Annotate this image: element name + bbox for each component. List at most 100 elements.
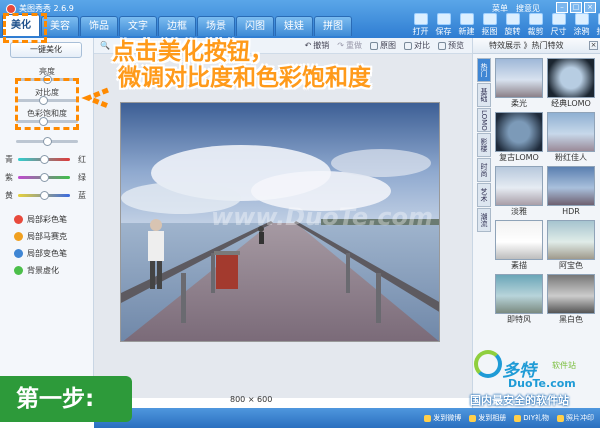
red-label: 红 bbox=[78, 155, 86, 164]
background-blur-button[interactable]: 背景虚化 bbox=[14, 265, 59, 276]
effect-thumb bbox=[495, 274, 543, 314]
blue-label: 蓝 bbox=[78, 191, 86, 200]
redo-button[interactable]: ↷ 重做 bbox=[337, 40, 362, 51]
green-label: 绿 bbox=[78, 173, 86, 182]
gift-icon bbox=[514, 414, 522, 422]
zoom-search-icon[interactable]: 🔍 bbox=[100, 41, 110, 50]
effect-sketch[interactable]: 素描 bbox=[495, 220, 543, 272]
photo-size-label: 800 × 600 bbox=[230, 395, 273, 404]
yellow-blue-slider[interactable] bbox=[18, 191, 70, 200]
yellow-label: 黄 bbox=[5, 191, 13, 200]
undo-button[interactable]: ↶ 撤销 bbox=[305, 40, 330, 51]
highlight-box-tab bbox=[3, 13, 47, 43]
camera-button[interactable]: 拍照 bbox=[594, 13, 600, 37]
yellow-blue-knob[interactable] bbox=[39, 191, 49, 200]
crop-icon bbox=[528, 13, 543, 25]
cutout-icon bbox=[482, 13, 497, 25]
sharpen-slider[interactable] bbox=[16, 137, 78, 146]
arrow-icon bbox=[81, 87, 109, 109]
tab-flash[interactable]: 闪图 bbox=[236, 16, 274, 36]
top-toolbar: 打开 保存 新建 抠图 旋转 裁剪 尺寸 涂鸦 拍照 bbox=[410, 13, 600, 37]
album-icon bbox=[469, 414, 477, 422]
blur-icon bbox=[14, 266, 23, 275]
save-icon bbox=[436, 13, 451, 25]
effect-thumb bbox=[547, 166, 595, 206]
local-mosaic-button[interactable]: 局部马赛克 bbox=[14, 231, 67, 242]
preview-button[interactable]: 预览 bbox=[438, 40, 464, 51]
minimize-icon[interactable]: – bbox=[556, 2, 568, 13]
tab-border[interactable]: 边框 bbox=[158, 16, 196, 36]
vtab-trend[interactable]: 潮流 bbox=[477, 208, 491, 232]
title-bar: 美图秀秀 2.6.9 美化 美容 饰品 文字 边框 场景 闪图 娃娃 拼图 菜单… bbox=[0, 0, 600, 38]
effect-black-white[interactable]: 黑白色 bbox=[547, 274, 595, 326]
magenta-green-knob[interactable] bbox=[39, 173, 49, 182]
site-logo-icon bbox=[474, 350, 502, 378]
close-icon[interactable]: × bbox=[584, 2, 596, 13]
save-button[interactable]: 保存 bbox=[433, 13, 454, 37]
one-click-beautify-button[interactable]: 一键美化 bbox=[10, 42, 82, 58]
folder-icon bbox=[413, 13, 428, 25]
annotation-line1: 点击美化按钮， bbox=[112, 39, 273, 65]
effect-thumb bbox=[495, 58, 543, 98]
open-button[interactable]: 打开 bbox=[410, 13, 431, 37]
effect-abao[interactable]: 阿宝色 bbox=[547, 220, 595, 272]
tab-scene[interactable]: 场景 bbox=[197, 16, 235, 36]
effect-pink-lady[interactable]: 粉红佳人 bbox=[547, 112, 595, 164]
photo-image[interactable]: www.DuoTe.com bbox=[120, 102, 440, 342]
resize-button[interactable]: 尺寸 bbox=[548, 13, 569, 37]
local-recolor-pen-button[interactable]: 局部变色笔 bbox=[14, 248, 67, 259]
magenta-label: 紫 bbox=[5, 173, 13, 182]
doodle-button[interactable]: 涂鸦 bbox=[571, 13, 592, 37]
sharpen-knob[interactable] bbox=[42, 137, 52, 146]
photo-canvas: www.DuoTe.com bbox=[94, 54, 472, 398]
rotate-button[interactable]: 旋转 bbox=[502, 13, 523, 37]
window-controls: – □ × bbox=[556, 2, 596, 13]
cutout-button[interactable]: 抠图 bbox=[479, 13, 500, 37]
effect-elegant[interactable]: 淡雅 bbox=[495, 166, 543, 218]
magenta-green-slider[interactable] bbox=[18, 173, 70, 182]
new-button[interactable]: 新建 bbox=[456, 13, 477, 37]
effect-classic-lomo[interactable]: 经典LOMO bbox=[547, 58, 595, 110]
original-button[interactable]: 原图 bbox=[370, 40, 396, 51]
vtab-lomo[interactable]: LOMO bbox=[477, 108, 491, 132]
annotation-line2: 微调对比度和色彩饱和度 bbox=[118, 65, 371, 91]
effect-category-tabs: 热门 基础 LOMO 影楼 时尚 艺术 潮流 bbox=[477, 58, 491, 233]
effect-hdr[interactable]: HDR bbox=[547, 166, 595, 218]
print-icon bbox=[557, 414, 564, 422]
original-icon bbox=[370, 41, 378, 50]
main-tabs: 美化 美容 饰品 文字 边框 场景 闪图 娃娃 拼图 bbox=[2, 14, 352, 36]
diy-gift-button[interactable]: DIY礼物 bbox=[514, 413, 549, 423]
mosaic-icon bbox=[14, 232, 23, 241]
share-album-button[interactable]: 发到相册 bbox=[469, 413, 506, 423]
tab-collage[interactable]: 拼图 bbox=[314, 16, 352, 36]
tab-text[interactable]: 文字 bbox=[119, 16, 157, 36]
vtab-studio[interactable]: 影楼 bbox=[477, 133, 491, 157]
tab-doll[interactable]: 娃娃 bbox=[275, 16, 313, 36]
effect-instant[interactable]: 即特风 bbox=[495, 274, 543, 326]
photo-watermark: www.DuoTe.com bbox=[211, 203, 433, 231]
effect-thumb bbox=[547, 274, 595, 314]
brush-icon bbox=[574, 13, 589, 25]
effect-soft-light[interactable]: 柔光 bbox=[495, 58, 543, 110]
effect-thumb bbox=[495, 220, 543, 260]
tab-accessories[interactable]: 饰品 bbox=[80, 16, 118, 36]
vtab-fashion[interactable]: 时尚 bbox=[477, 158, 491, 182]
local-color-pen-button[interactable]: 局部彩色笔 bbox=[14, 214, 67, 225]
vtab-basic[interactable]: 基础 bbox=[477, 83, 491, 107]
app-logo-icon bbox=[6, 3, 16, 14]
cyan-red-knob[interactable] bbox=[39, 155, 49, 164]
effects-header: 特效展示 》热门特效 × bbox=[473, 38, 600, 54]
maximize-icon[interactable]: □ bbox=[570, 2, 582, 13]
close-icon[interactable]: × bbox=[589, 41, 598, 50]
share-weibo-button[interactable]: 发到微博 bbox=[424, 413, 461, 423]
compare-button[interactable]: 对比 bbox=[404, 40, 430, 51]
step-banner: 第一步: bbox=[0, 376, 132, 422]
effect-thumb bbox=[547, 58, 595, 98]
vtab-hot[interactable]: 热门 bbox=[477, 58, 491, 82]
photo-print-button[interactable]: 照片冲印 bbox=[557, 413, 594, 423]
crop-button[interactable]: 裁剪 bbox=[525, 13, 546, 37]
cyan-red-slider[interactable] bbox=[18, 155, 70, 164]
effect-thumb bbox=[495, 112, 543, 152]
effect-retro-lomo[interactable]: 复古LOMO bbox=[495, 112, 543, 164]
vtab-art[interactable]: 艺术 bbox=[477, 183, 491, 207]
